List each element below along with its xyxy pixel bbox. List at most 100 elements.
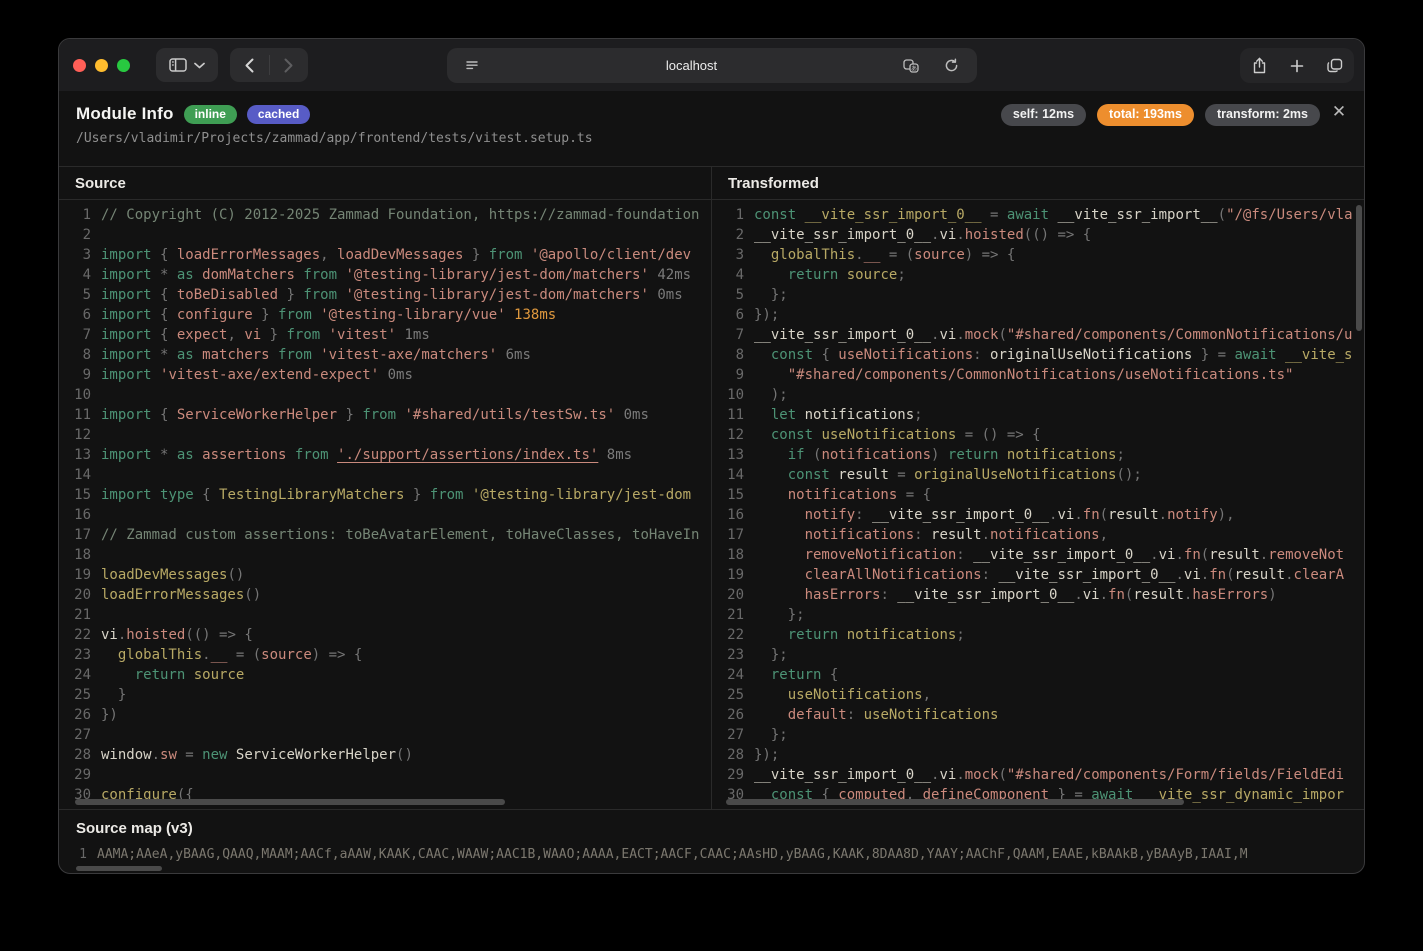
line-number: 11 bbox=[59, 405, 91, 425]
code-token: toBeDisabled bbox=[177, 287, 278, 303]
line-content: }; bbox=[744, 645, 1364, 665]
code-token: { bbox=[160, 407, 177, 423]
code-token: source bbox=[261, 647, 312, 663]
timing-transform: transform: 2ms bbox=[1205, 104, 1320, 126]
code-token: 'vitest-axe/matchers' bbox=[320, 347, 497, 363]
code-token: loadErrorMessages bbox=[177, 247, 320, 263]
line-content: import * as matchers from 'vitest-axe/ma… bbox=[91, 345, 711, 365]
line-number: 8 bbox=[712, 345, 744, 365]
address-bar[interactable]: localhost あ bbox=[447, 48, 977, 83]
line-number: 24 bbox=[59, 665, 91, 685]
code-token: ; bbox=[956, 627, 964, 643]
code-line: 4 return source; bbox=[712, 265, 1364, 285]
code-token: (); bbox=[1116, 467, 1141, 483]
code-token: hasErrors bbox=[805, 587, 881, 603]
code-token: , bbox=[1100, 527, 1108, 543]
code-token: = bbox=[177, 747, 202, 763]
close-panel-button[interactable]: ✕ bbox=[1328, 101, 1350, 123]
new-tab-button[interactable] bbox=[1282, 51, 1312, 81]
code-line: 16 notify: __vite_ssr_import_0__.vi.fn(r… bbox=[712, 505, 1364, 525]
code-token: import bbox=[101, 267, 160, 283]
line-content: import { loadErrorMessages, loadDevMessa… bbox=[91, 245, 711, 265]
transformed-horizontal-scrollbar[interactable] bbox=[726, 799, 1184, 805]
code-token: result bbox=[1108, 507, 1159, 523]
code-token: . bbox=[1175, 547, 1183, 563]
code-token: }); bbox=[754, 747, 779, 763]
code-token: assertions bbox=[202, 447, 295, 463]
code-token: ; bbox=[897, 267, 905, 283]
code-token: : bbox=[855, 507, 872, 523]
line-content: globalThis.__ = (source) => { bbox=[91, 645, 711, 665]
code-line: 26 default: useNotifications bbox=[712, 705, 1364, 725]
line-content: hasErrors: __vite_ssr_import_0__.vi.fn(r… bbox=[744, 585, 1364, 605]
code-token: return bbox=[788, 267, 847, 283]
code-token: } bbox=[404, 487, 429, 503]
close-button[interactable] bbox=[73, 59, 86, 72]
back-icon bbox=[245, 58, 254, 73]
code-token: type bbox=[160, 487, 202, 503]
code-token: removeNot bbox=[1268, 547, 1344, 563]
line-number: 10 bbox=[712, 385, 744, 405]
code-token: import bbox=[101, 327, 160, 343]
code-token: useNotifications bbox=[864, 707, 999, 723]
code-token: () bbox=[396, 747, 413, 763]
code-line: 11 let notifications; bbox=[712, 405, 1364, 425]
line-content: }; bbox=[744, 725, 1364, 745]
line-content bbox=[91, 725, 711, 745]
module-link[interactable]: './support/assertions/index.ts' bbox=[337, 447, 598, 463]
code-token: configure bbox=[177, 307, 253, 323]
code-token bbox=[754, 707, 788, 723]
code-token: await bbox=[1007, 207, 1058, 223]
code-token bbox=[754, 467, 788, 483]
zoom-button[interactable] bbox=[117, 59, 130, 72]
code-token: __vite_ssr_import_0__ bbox=[973, 547, 1150, 563]
sidebar-toggle-button[interactable] bbox=[156, 48, 218, 82]
share-button[interactable] bbox=[1244, 51, 1274, 81]
forward-button[interactable] bbox=[270, 48, 309, 82]
sourcemap-horizontal-scrollbar[interactable] bbox=[76, 866, 162, 871]
minimize-button[interactable] bbox=[95, 59, 108, 72]
back-button[interactable] bbox=[230, 48, 269, 82]
code-token: import bbox=[101, 307, 160, 323]
code-token: notifications bbox=[1007, 447, 1117, 463]
line-content: import type { TestingLibraryMatchers } f… bbox=[91, 485, 711, 505]
line-content: }; bbox=[744, 285, 1364, 305]
code-token: const bbox=[754, 207, 805, 223]
code-line: 14 bbox=[59, 465, 711, 485]
code-token: 42ms bbox=[649, 267, 691, 283]
code-token: __vite_ssr_import_0__ bbox=[754, 767, 931, 783]
code-token: } bbox=[261, 327, 286, 343]
code-token: ) bbox=[1268, 587, 1276, 603]
code-token: ( bbox=[1100, 507, 1108, 523]
reader-icon[interactable] bbox=[457, 51, 487, 81]
code-token: new bbox=[202, 747, 236, 763]
code-token: "#shared/components/Form/fields/FieldEdi bbox=[1007, 767, 1344, 783]
line-content: __vite_ssr_import_0__.vi.mock("#shared/c… bbox=[744, 765, 1364, 785]
line-content: import 'vitest-axe/extend-expect' 0ms bbox=[91, 365, 711, 385]
line-number: 25 bbox=[59, 685, 91, 705]
module-path: /Users/vladimir/Projects/zammad/app/fron… bbox=[76, 131, 1346, 146]
code-line: 2 bbox=[59, 225, 711, 245]
code-token: hoisted bbox=[126, 627, 185, 643]
line-number: 7 bbox=[59, 325, 91, 345]
transformed-vertical-scrollbar[interactable] bbox=[1356, 205, 1362, 331]
code-token: originalUseNotifications bbox=[990, 347, 1192, 363]
tabs-button[interactable] bbox=[1320, 51, 1350, 81]
sourcemap-title: Source map (v3) bbox=[69, 820, 1364, 837]
source-horizontal-scrollbar[interactable] bbox=[75, 799, 505, 805]
code-token: } = bbox=[1192, 347, 1234, 363]
line-content: return { bbox=[744, 665, 1364, 685]
code-token: * bbox=[160, 347, 177, 363]
browser-toolbar: localhost あ bbox=[59, 39, 1364, 91]
code-token: = ( bbox=[880, 247, 914, 263]
code-token: : bbox=[880, 587, 897, 603]
code-token: matchers bbox=[202, 347, 278, 363]
line-number: 28 bbox=[59, 745, 91, 765]
reload-icon[interactable] bbox=[937, 51, 967, 81]
code-token: from bbox=[362, 407, 404, 423]
line-content: let notifications; bbox=[744, 405, 1364, 425]
translate-icon[interactable]: あ bbox=[897, 51, 927, 81]
sourcemap-mappings: AAMA;AAeA,yBAAG,QAAQ,MAAM;AACf,aAAW,KAAK… bbox=[87, 846, 1248, 864]
line-number: 2 bbox=[59, 225, 91, 245]
transformed-pane: Transformed 1const __vite_ssr_import_0__… bbox=[712, 167, 1364, 809]
